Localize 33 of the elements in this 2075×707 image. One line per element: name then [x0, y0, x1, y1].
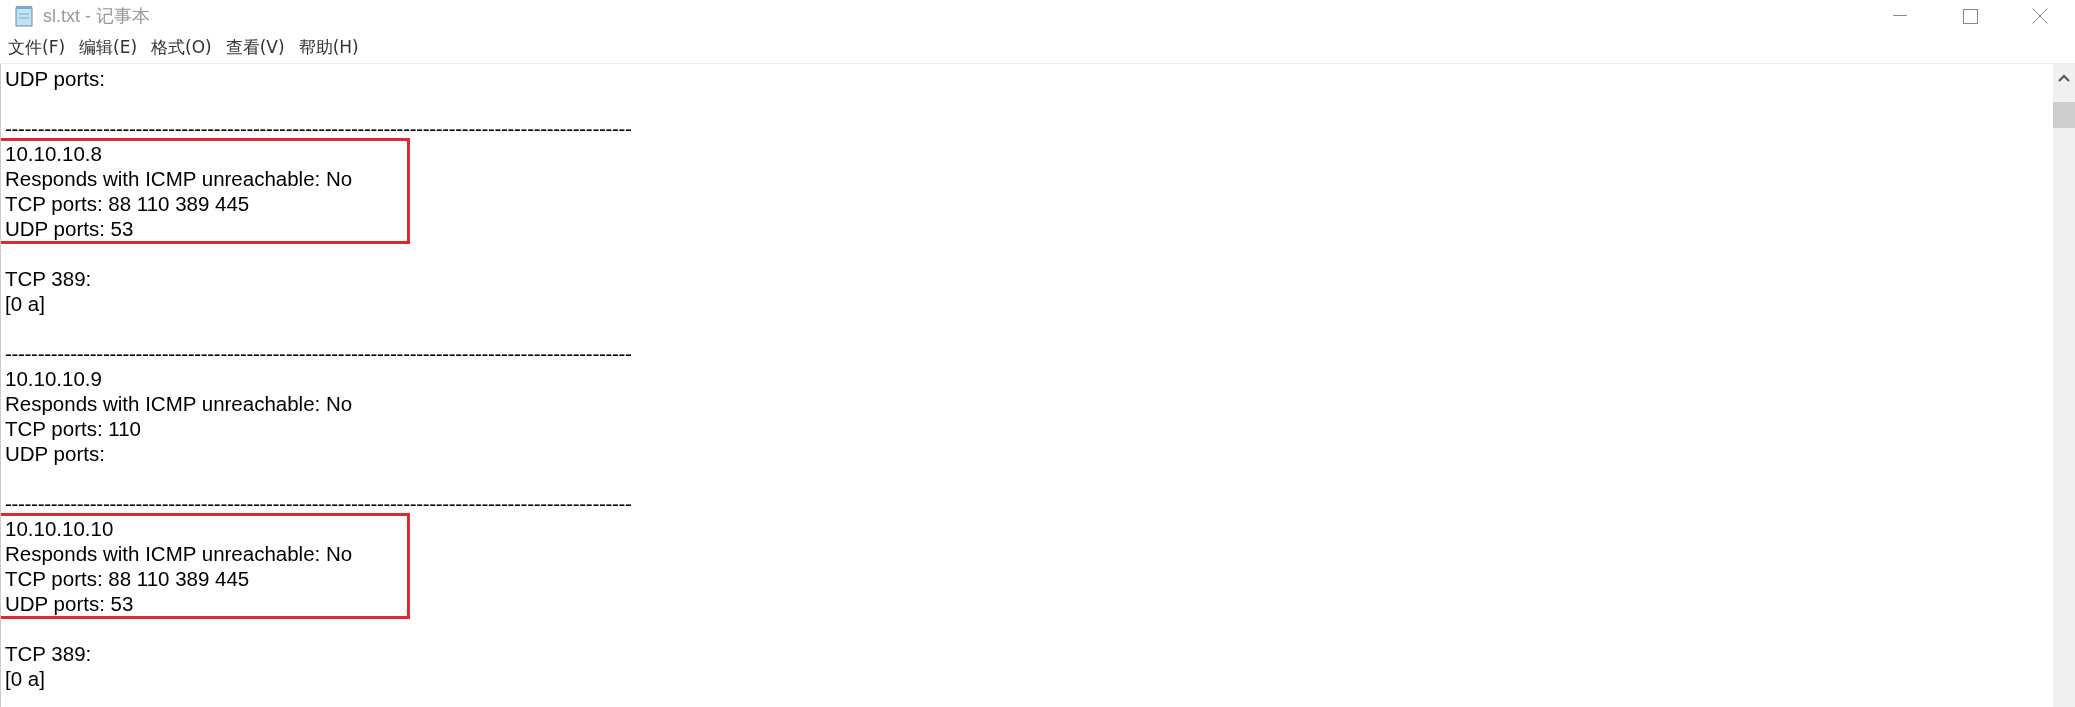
text-line: [0 a] [5, 666, 45, 691]
text-line: UDP ports: [5, 66, 105, 91]
menu-item[interactable]: 格式(O) [149, 34, 214, 61]
menu-item[interactable]: 查看(V) [223, 34, 287, 61]
text-line: TCP ports: 88 110 389 445 [5, 566, 250, 591]
window-title: sl.txt - 记事本 [43, 4, 150, 28]
text-line: 10.10.10.9 [5, 366, 102, 391]
notepad-icon [13, 5, 35, 27]
menu-item[interactable]: 编辑(E) [77, 34, 140, 61]
minimize-icon [1893, 15, 1907, 17]
scrollbar-thumb[interactable] [2053, 102, 2075, 128]
menu-item[interactable]: 文件(F) [6, 34, 68, 61]
text-line: TCP 389: [5, 266, 92, 291]
close-icon [2032, 8, 2048, 24]
text-line: Responds with ICMP unreachable: No [5, 541, 353, 566]
text-line: UDP ports: 53 [5, 591, 134, 616]
dashed-separator-line: ------------------------------------------------------------------------------------------------ [5, 341, 632, 366]
maximize-icon [1962, 8, 1978, 24]
text-line: Responds with ICMP unreachable: No [5, 166, 353, 191]
text-line: TCP ports: 88 110 389 445 [5, 191, 250, 216]
text-line: 10.10.10.10 [5, 516, 114, 541]
dashed-separator-line: ------------------------------------------------------------------------------------------------ [5, 116, 632, 141]
text-line: 10.10.10.8 [5, 141, 102, 166]
text-line: TCP ports: 110 [5, 416, 141, 441]
text-line: UDP ports: [5, 441, 105, 466]
text-line: TCP 389: [5, 641, 92, 666]
text-line: UDP ports: 53 [5, 216, 134, 241]
text-line: [0 a] [5, 291, 45, 316]
vertical-scrollbar[interactable] [2053, 64, 2075, 707]
menu-item[interactable]: 帮助(H) [296, 34, 361, 61]
scroll-up-icon [2058, 74, 2070, 82]
dashed-separator-line: ------------------------------------------------------------------------------------------------ [5, 491, 632, 516]
text-line: Responds with ICMP unreachable: No [5, 391, 353, 416]
